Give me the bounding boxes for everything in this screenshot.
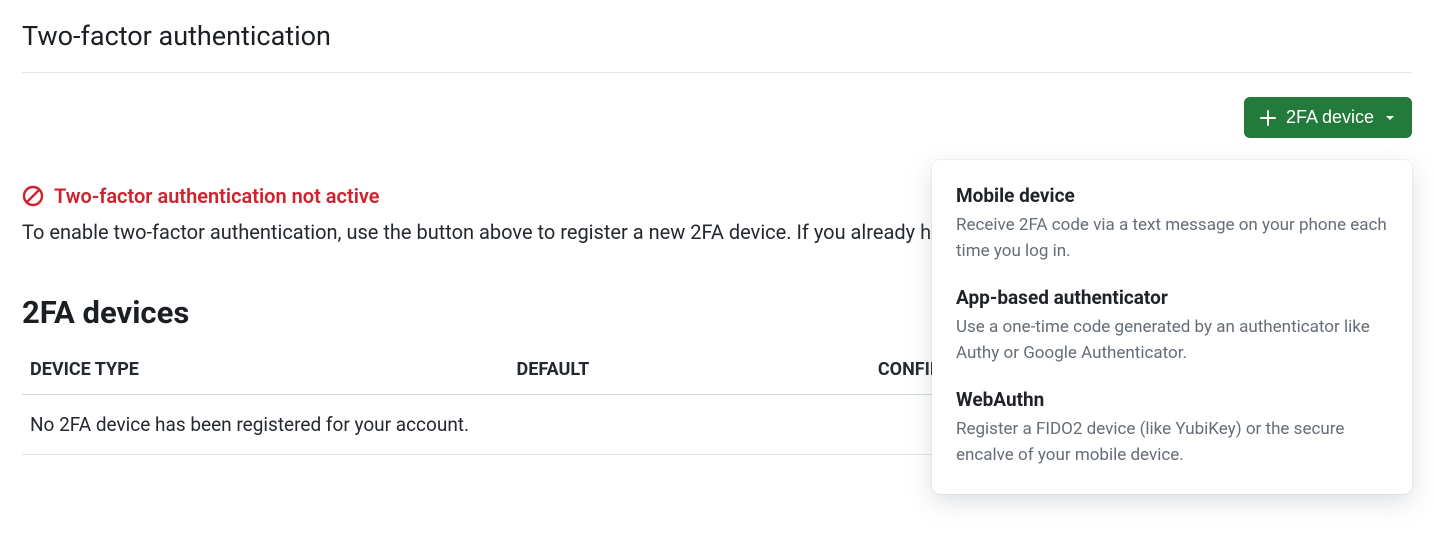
add-device-dropdown: Mobile device Receive 2FA code via a tex…	[932, 160, 1412, 494]
dropdown-item-desc: Register a FIDO2 device (like YubiKey) o…	[956, 417, 1388, 468]
dropdown-item-title: App-based authenticator	[956, 286, 1388, 309]
dropdown-item-app-authenticator[interactable]: App-based authenticator Use a one-time c…	[932, 278, 1412, 380]
add-2fa-device-button[interactable]: 2FA device	[1244, 97, 1412, 138]
dropdown-item-mobile-device[interactable]: Mobile device Receive 2FA code via a tex…	[932, 176, 1412, 278]
action-row: 2FA device	[22, 73, 1412, 138]
plus-icon	[1258, 108, 1278, 128]
add-button-label: 2FA device	[1286, 107, 1374, 128]
alert-title-text: Two-factor authentication not active	[54, 184, 380, 208]
column-device-type: DEVICE TYPE	[22, 345, 509, 395]
dropdown-item-webauthn[interactable]: WebAuthn Register a FIDO2 device (like Y…	[932, 380, 1412, 482]
dropdown-item-desc: Receive 2FA code via a text message on y…	[956, 213, 1388, 264]
dropdown-item-title: Mobile device	[956, 184, 1388, 207]
chevron-down-icon	[1384, 112, 1396, 124]
column-default: DEFAULT	[509, 345, 870, 395]
page-title: Two-factor authentication	[22, 20, 1412, 73]
dropdown-item-desc: Use a one-time code generated by an auth…	[956, 315, 1388, 366]
prohibited-icon	[22, 185, 44, 207]
dropdown-item-title: WebAuthn	[956, 388, 1388, 411]
